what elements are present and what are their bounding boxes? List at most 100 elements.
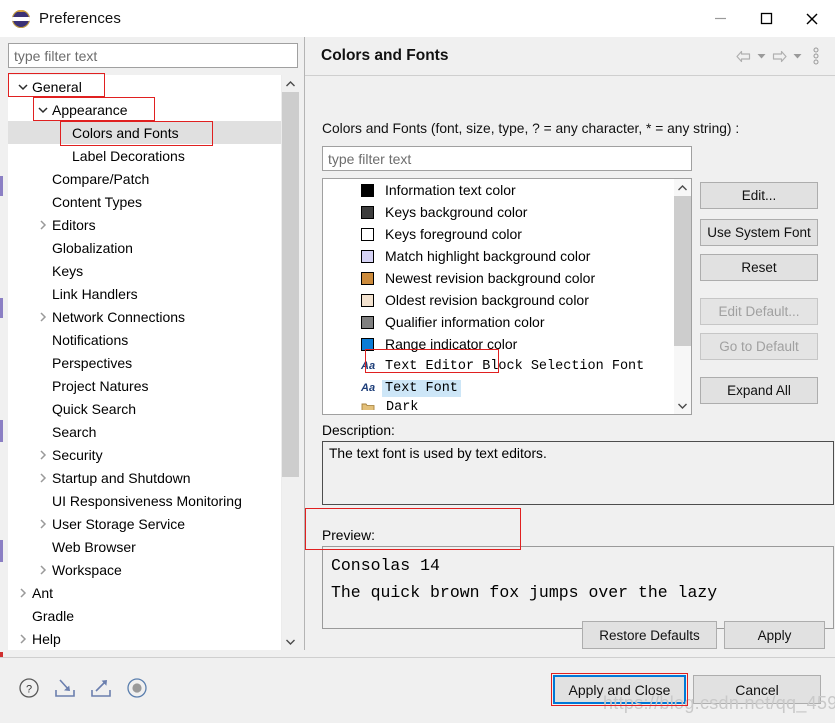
chevron-right-icon[interactable]: [36, 213, 50, 236]
tree-item-user-storage-service[interactable]: User Storage Service: [8, 512, 281, 535]
tree-item-colors-and-fonts[interactable]: Colors and Fonts: [8, 121, 281, 144]
list-item[interactable]: Keys background color: [323, 201, 675, 223]
list-item[interactable]: Range indicator color: [323, 333, 675, 355]
use-system-font-button[interactable]: Use System Font: [700, 219, 818, 246]
chevron-right-icon[interactable]: [16, 627, 30, 650]
edit-button[interactable]: Edit...: [700, 182, 818, 209]
tree-scroll-up-button[interactable]: [282, 75, 299, 92]
list-item-label: Keys background color: [385, 204, 528, 220]
chevron-right-icon[interactable]: [36, 305, 50, 328]
chevron-right-icon[interactable]: [36, 466, 50, 489]
tree-item-label: Network Connections: [52, 308, 186, 325]
list-item[interactable]: Oldest revision background color: [323, 289, 675, 311]
tree-item-workspace[interactable]: Workspace: [8, 558, 281, 581]
tree-item-project-natures[interactable]: Project Natures: [8, 374, 281, 397]
tree-item-label: Keys: [52, 262, 84, 279]
tree-item-link-handlers[interactable]: Link Handlers: [8, 282, 281, 305]
preview-box: Consolas 14 The quick brown fox jumps ov…: [322, 546, 834, 629]
tree-twisty-placeholder: [36, 351, 50, 374]
tree-item-label: Globalization: [52, 239, 133, 256]
import-icon[interactable]: [52, 675, 78, 701]
tree-item-keys[interactable]: Keys: [8, 259, 281, 282]
tree-item-appearance[interactable]: Appearance: [8, 98, 281, 121]
export-icon[interactable]: [88, 675, 114, 701]
maximize-button[interactable]: [743, 0, 789, 37]
tree-item-ant[interactable]: Ant: [8, 581, 281, 604]
apply-and-close-button[interactable]: Apply and Close: [553, 675, 686, 704]
tree-scroll-down-button[interactable]: [282, 633, 299, 650]
back-icon[interactable]: [734, 46, 753, 66]
window-title: Preferences: [39, 10, 121, 27]
list-item[interactable]: Qualifier information color: [323, 311, 675, 333]
chevron-down-icon[interactable]: [16, 75, 30, 98]
color-swatch: [361, 293, 374, 307]
minimize-button[interactable]: [697, 0, 743, 37]
color-swatch: [361, 271, 374, 285]
tree-item-editors[interactable]: Editors: [8, 213, 281, 236]
cancel-button[interactable]: Cancel: [693, 675, 821, 704]
close-button[interactable]: [789, 0, 835, 37]
tree-twisty-placeholder: [36, 328, 50, 351]
tree-scrollbar[interactable]: [281, 75, 299, 650]
tree-item-quick-search[interactable]: Quick Search: [8, 397, 281, 420]
list-item[interactable]: Match highlight background color: [323, 245, 675, 267]
tree-filter-input[interactable]: [8, 43, 298, 68]
chevron-right-icon[interactable]: [16, 581, 30, 604]
font-sample-icon: Aa: [361, 359, 376, 372]
tree-item-label: Help: [32, 630, 61, 647]
chevron-down-icon[interactable]: [36, 98, 50, 121]
list-scrollbar[interactable]: [674, 179, 691, 414]
record-icon[interactable]: [124, 675, 150, 701]
tree-item-content-types[interactable]: Content Types: [8, 190, 281, 213]
list-item-clipped[interactable]: Dark: [323, 399, 675, 410]
tree-item-network-connections[interactable]: Network Connections: [8, 305, 281, 328]
list-scroll-thumb[interactable]: [674, 196, 691, 346]
tree-item-notifications[interactable]: Notifications: [8, 328, 281, 351]
tree-item-perspectives[interactable]: Perspectives: [8, 351, 281, 374]
screen-edge-artifact: [0, 540, 3, 562]
list-item[interactable]: Keys foreground color: [323, 223, 675, 245]
preferences-tree[interactable]: General Appearance Colors and Fonts Label D…: [8, 75, 298, 650]
back-dropdown-icon[interactable]: [755, 46, 768, 66]
colors-fonts-filter-input[interactable]: [322, 146, 692, 171]
colors-and-fonts-list[interactable]: Information text color Keys background co…: [322, 178, 692, 415]
chevron-right-icon[interactable]: [36, 443, 50, 466]
screen-edge-artifact: [0, 176, 3, 196]
tree-item-gradle[interactable]: Gradle: [8, 604, 281, 627]
tree-twisty-placeholder: [36, 420, 50, 443]
view-menu-icon[interactable]: [806, 46, 825, 66]
list-scroll-up-button[interactable]: [674, 179, 691, 196]
tree-item-label: Label Decorations: [72, 147, 185, 164]
description-text: The text font is used by text editors.: [329, 446, 547, 461]
font-sample-icon: Aa: [361, 381, 376, 394]
tree-item-general[interactable]: General: [8, 75, 281, 98]
list-item[interactable]: Newest revision background color: [323, 267, 675, 289]
apply-button[interactable]: Apply: [724, 621, 825, 649]
tree-item-list: General Appearance Colors and Fonts Label D…: [8, 75, 281, 650]
tree-item-label-decorations[interactable]: Label Decorations: [8, 144, 281, 167]
window-controls: [697, 0, 835, 37]
tree-item-security[interactable]: Security: [8, 443, 281, 466]
tree-item-startup-and-shutdown[interactable]: Startup and Shutdown: [8, 466, 281, 489]
expand-all-button[interactable]: Expand All: [700, 377, 818, 404]
list-scroll-down-button[interactable]: [674, 397, 691, 414]
chevron-right-icon[interactable]: [36, 558, 50, 581]
color-swatch: [361, 315, 374, 329]
list-item[interactable]: Information text color: [323, 179, 675, 201]
tree-item-search[interactable]: Search: [8, 420, 281, 443]
help-icon[interactable]: ?: [16, 675, 42, 701]
forward-dropdown-icon[interactable]: [791, 46, 804, 66]
restore-defaults-button[interactable]: Restore Defaults: [582, 621, 717, 649]
reset-button[interactable]: Reset: [700, 254, 818, 281]
tree-item-help[interactable]: Help: [8, 627, 281, 650]
tree-item-ui-responsiveness-monitoring[interactable]: UI Responsiveness Monitoring: [8, 489, 281, 512]
header-divider: [305, 75, 835, 76]
forward-icon[interactable]: [770, 46, 789, 66]
tree-item-compare-patch[interactable]: Compare/Patch: [8, 167, 281, 190]
list-item[interactable]: Aa Text Font: [323, 377, 675, 399]
tree-item-globalization[interactable]: Globalization: [8, 236, 281, 259]
chevron-right-icon[interactable]: [36, 512, 50, 535]
tree-scroll-thumb[interactable]: [282, 92, 299, 477]
list-item[interactable]: Aa Text Editor Block Selection Font: [323, 355, 675, 377]
tree-item-web-browser[interactable]: Web Browser: [8, 535, 281, 558]
